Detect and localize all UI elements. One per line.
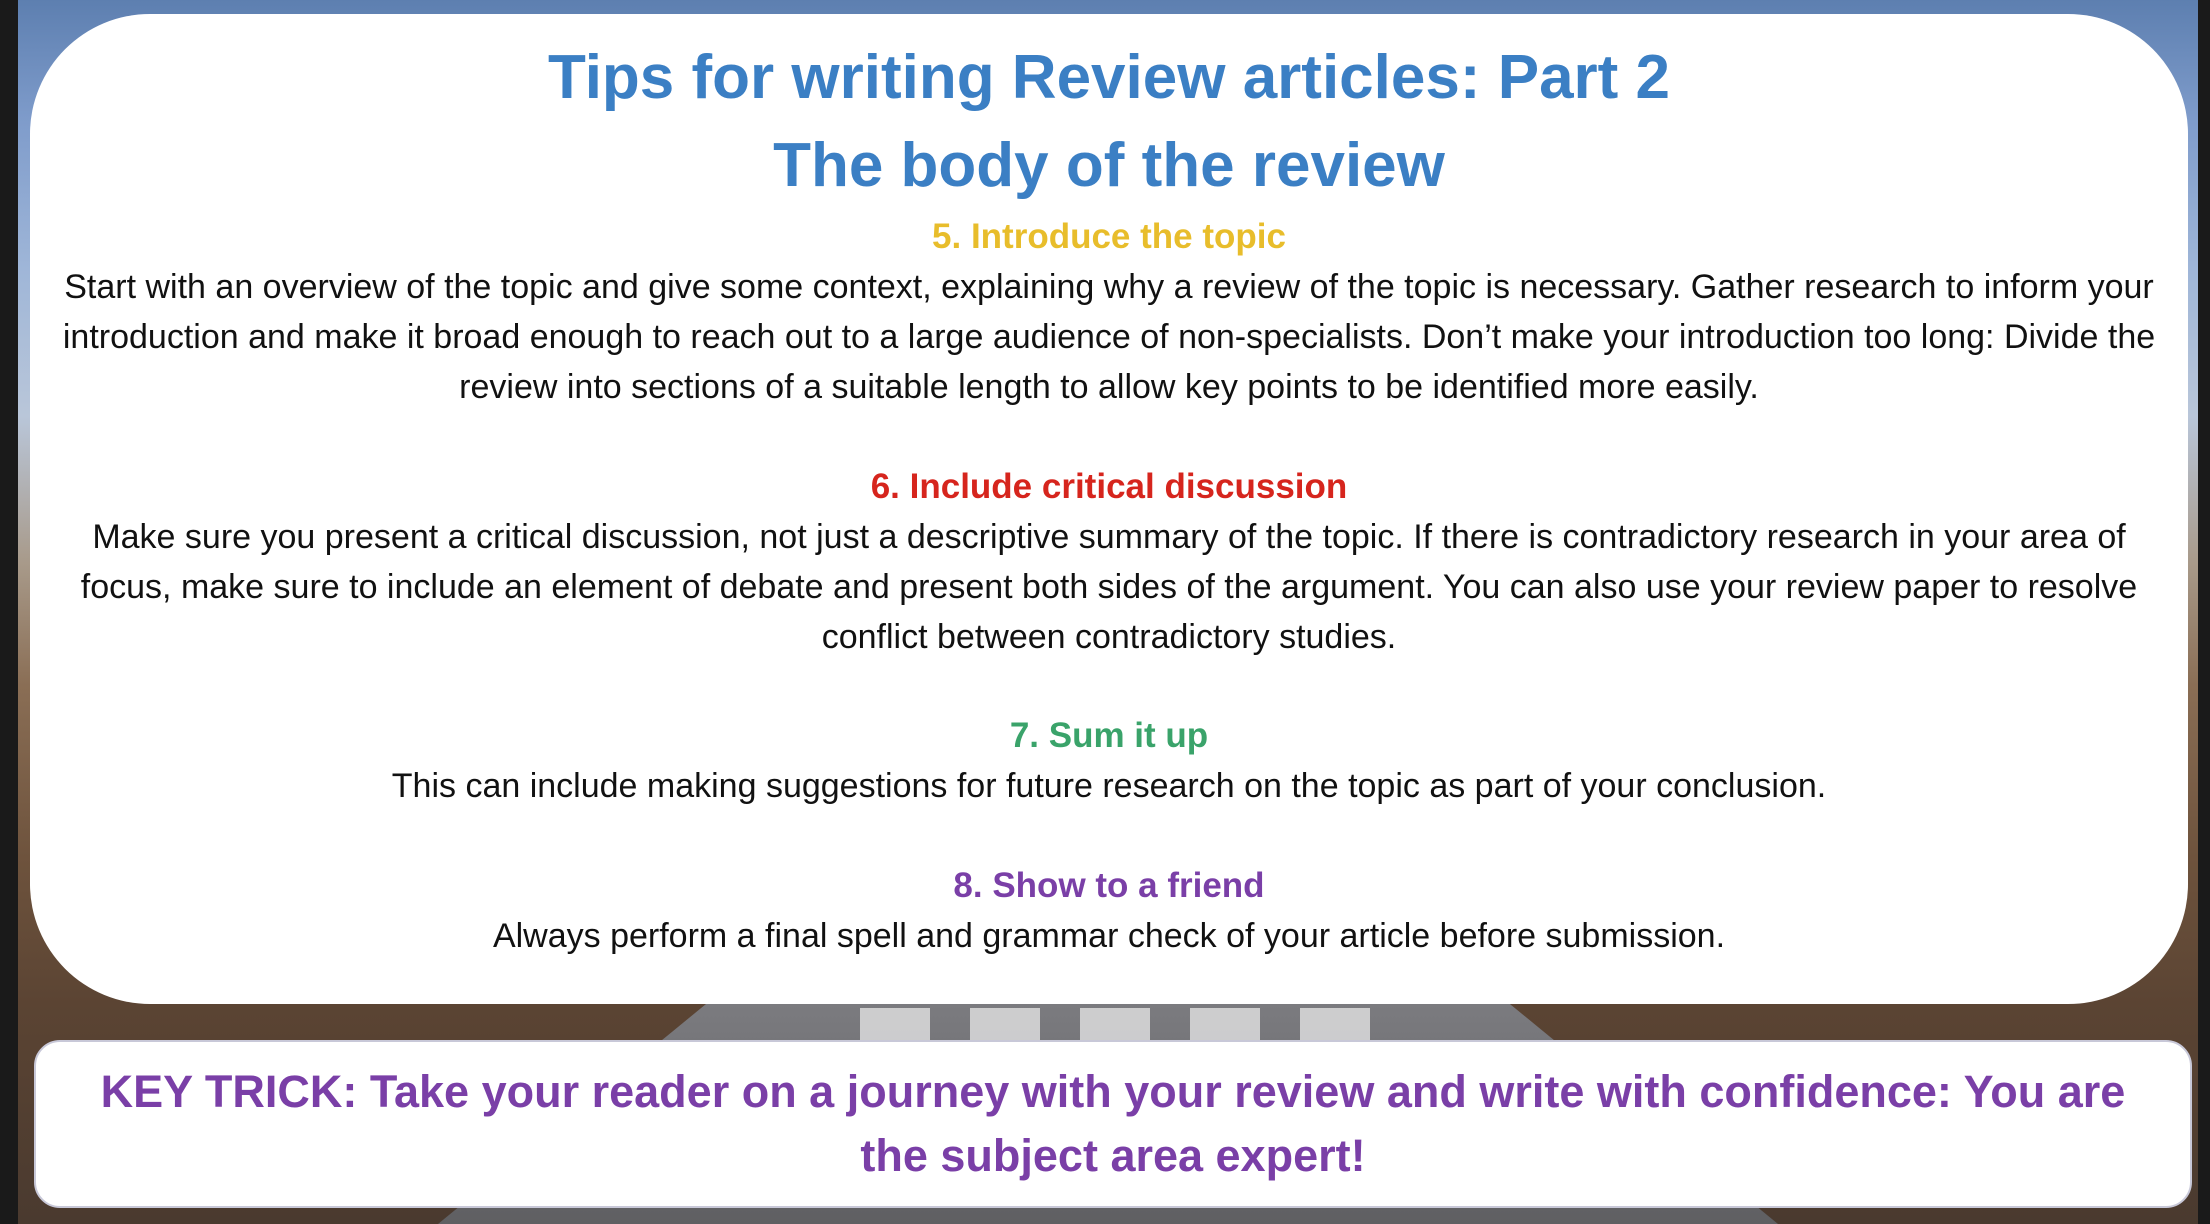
section-heading-show-to-friend: 8. Show to a friend <box>953 866 1265 905</box>
left-frame-edge <box>0 0 18 1224</box>
section-body-sum-it-up: This can include making suggestions for … <box>391 767 1827 805</box>
content-card: Tips for writing Review articles: Part 2… <box>30 14 2188 1004</box>
section-body-critical-discussion: Make sure you present a critical discuss… <box>80 518 2138 656</box>
section-heading-critical-discussion: 6. Include critical discussion <box>870 467 1348 506</box>
section-heading-introduce-topic: 5. Introduce the topic <box>932 217 1286 256</box>
slide-title: Tips for writing Review articles: Part 2… <box>30 34 2188 210</box>
right-frame-edge <box>2198 0 2210 1224</box>
slide-title-line1: Tips for writing Review articles: Part 2 <box>547 43 1671 112</box>
section-body-show-to-friend: Always perform a final spell and grammar… <box>492 917 1726 955</box>
key-trick-text: KEY TRICK: Take your reader on a journey… <box>100 1066 2126 1181</box>
section-body-introduce-topic: Start with an overview of the topic and … <box>62 268 2156 406</box>
key-trick-box: KEY TRICK: Take your reader on a journey… <box>34 1040 2192 1208</box>
section-heading-sum-it-up: 7. Sum it up <box>1009 716 1209 755</box>
slide-title-line2: The body of the review <box>773 131 1445 200</box>
